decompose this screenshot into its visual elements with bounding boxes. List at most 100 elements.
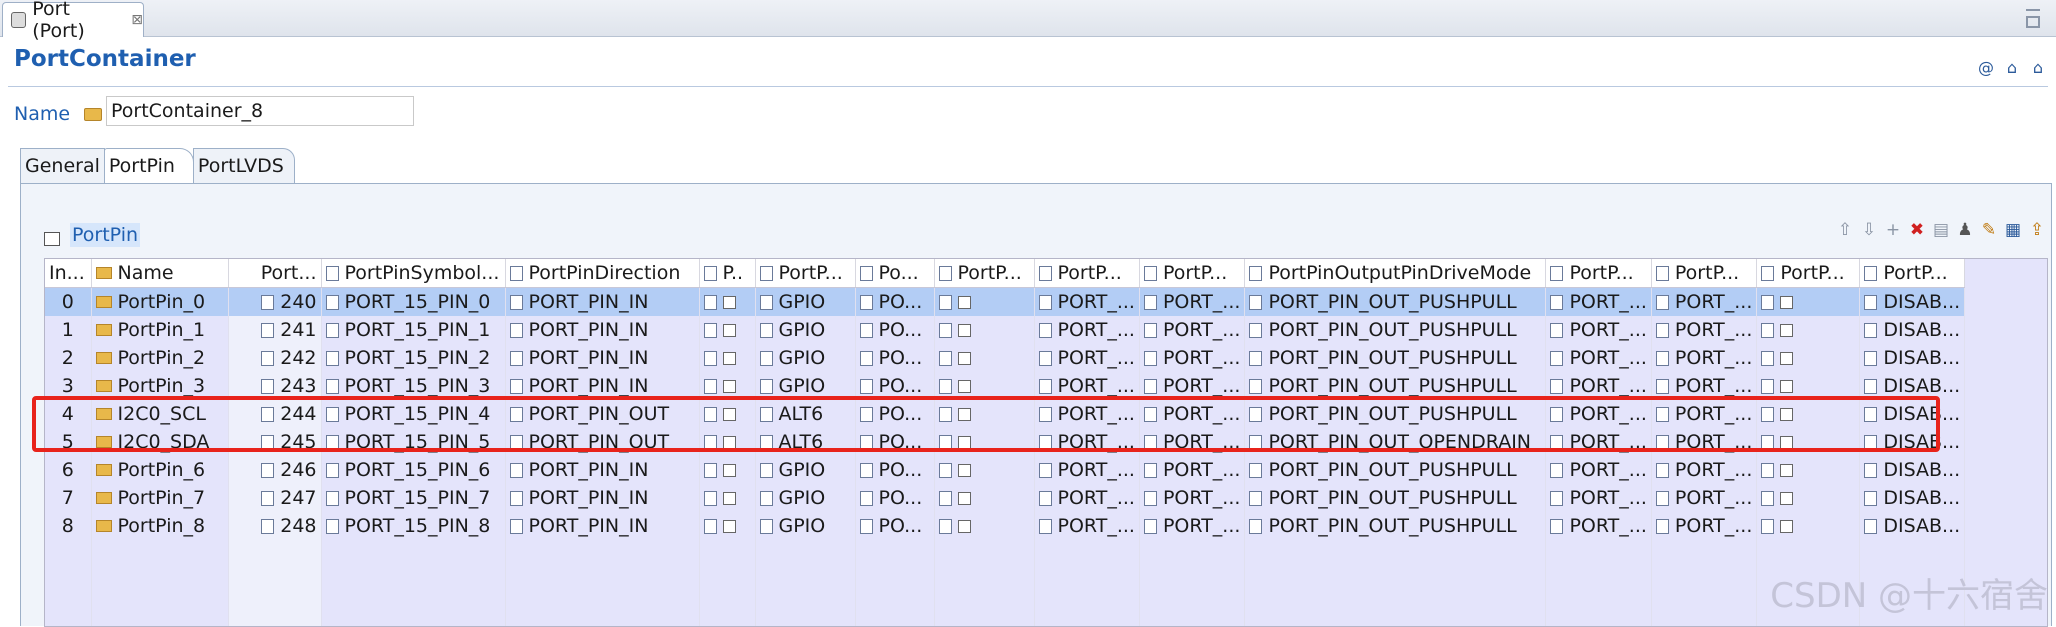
refresh-icon[interactable]: @ [1976,58,1996,77]
window-controls[interactable] [2026,4,2044,33]
table-cell[interactable]: PORT_PIN_OUT_PUSHPULL [1244,456,1547,484]
table-cell[interactable]: PORT_... [1139,344,1246,372]
col-header[interactable]: Po... [855,259,935,288]
col-header[interactable]: PortP... [1034,259,1140,288]
name-field[interactable]: PortContainer_8 [106,96,414,126]
table-edit-icon[interactable]: ▦ [2004,220,2022,240]
col-header[interactable]: PortP... [1756,259,1861,288]
table-row[interactable]: 7 PortPin_7 247 PORT_15_PIN_7 PORT_PIN_IN GPI… [45,484,1966,512]
table-cell[interactable]: GPIO [755,512,856,540]
move-down-icon[interactable]: ⇩ [1860,220,1878,240]
table-cell[interactable]: GPIO [755,316,856,344]
table-cell[interactable] [934,456,1035,484]
table-cell[interactable] [934,316,1035,344]
col-header[interactable]: PortP... [1859,259,1966,288]
table-cell[interactable] [934,344,1035,372]
editor-tab-port[interactable]: Port (Port) ⊠ [2,0,144,42]
table-cell[interactable]: PORT_... [1139,456,1246,484]
table-row[interactable]: 1 PortPin_1 241 PORT_15_PIN_1 PORT_PIN_IN GPI… [45,316,1966,344]
table-cell[interactable]: PORT_... [1545,287,1652,316]
checkbox[interactable] [722,324,736,337]
table-cell[interactable]: PORT_PIN_OUT_PUSHPULL [1244,344,1547,372]
checkbox[interactable] [957,492,971,505]
col-header[interactable]: PortP... [1651,259,1758,288]
table-cell[interactable] [1756,512,1861,540]
table-cell[interactable]: PORT_... [1651,512,1758,540]
table-row[interactable]: 0 PortPin_0 240 PORT_15_PIN_0 PORT_PIN_IN GPI… [45,287,1966,316]
checkbox[interactable] [1780,464,1794,477]
checkbox[interactable] [722,380,736,393]
table-row[interactable]: 2 PortPin_2 242 PORT_15_PIN_2 PORT_PIN_IN GPI… [45,344,1966,372]
table-row[interactable]: 6 PortPin_6 246 PORT_15_PIN_6 PORT_PIN_IN GPI… [45,456,1966,484]
table-cell[interactable]: PO... [855,512,935,540]
table-cell[interactable]: PortPin_7 [91,484,229,512]
col-header[interactable]: In... [45,259,92,288]
col-header[interactable]: PortPinSymbol... [321,259,506,288]
table-cell[interactable]: DISAB... [1859,512,1966,540]
table-cell[interactable]: PORT_... [1651,287,1758,316]
help-icon[interactable]: ⌂ [2028,58,2048,77]
table-cell[interactable]: PORT_... [1034,512,1140,540]
table-cell[interactable] [1756,287,1861,316]
table-cell[interactable]: PORT_... [1545,484,1652,512]
table-cell[interactable]: PORT_PIN_IN [505,287,700,316]
table-cell[interactable]: 0 [45,287,92,316]
checkbox[interactable] [957,520,971,533]
table-cell[interactable]: PortPin_1 [91,316,229,344]
table-cell[interactable]: PortPin_2 [91,344,229,372]
col-header[interactable]: PortPinDirection [505,259,700,288]
close-icon[interactable]: ⊠ [131,12,143,28]
table-cell[interactable]: PORT_... [1034,344,1140,372]
add-icon[interactable]: + [1884,220,1902,240]
checkbox[interactable] [722,464,736,477]
checkbox[interactable] [1780,492,1794,505]
table-cell[interactable]: PO... [855,344,935,372]
table-cell[interactable] [699,287,756,316]
delete-icon[interactable]: ✖ [1908,220,1926,240]
table-cell[interactable]: 6 [45,456,92,484]
table-cell[interactable]: PORT_15_PIN_8 [321,512,506,540]
table-cell[interactable] [934,287,1035,316]
table-cell[interactable]: 247 [228,484,322,512]
table-cell[interactable]: 246 [228,456,322,484]
table-cell[interactable]: PortPin_0 [91,287,229,316]
table-cell[interactable]: PORT_15_PIN_1 [321,316,506,344]
table-cell[interactable]: 248 [228,512,322,540]
table-cell[interactable]: PORT_15_PIN_2 [321,344,506,372]
table-cell[interactable]: 242 [228,344,322,372]
table-cell[interactable]: DISAB... [1859,287,1966,316]
tab-portlvds[interactable]: PortLVDS [192,148,295,183]
table-cell[interactable]: DISAB... [1859,344,1966,372]
table-cell[interactable]: PORT_... [1651,456,1758,484]
table-cell[interactable] [1756,344,1861,372]
table-cell[interactable]: PORT_PIN_OUT_PUSHPULL [1244,316,1547,344]
table-cell[interactable]: PORT_... [1034,484,1140,512]
table-cell[interactable] [1756,316,1861,344]
checkbox[interactable] [1780,380,1794,393]
user-icon[interactable]: ♟ [1956,220,1974,240]
table-cell[interactable]: PortPin_6 [91,456,229,484]
table-cell[interactable]: DISAB... [1859,484,1966,512]
checkbox[interactable] [957,464,971,477]
checkbox[interactable] [957,324,971,337]
table-cell[interactable]: DISAB... [1859,456,1966,484]
table-cell[interactable]: DISAB... [1859,316,1966,344]
table-cell[interactable]: 241 [228,316,322,344]
table-cell[interactable] [934,512,1035,540]
checkbox[interactable] [1780,296,1794,309]
table-cell[interactable]: PORT_... [1545,456,1652,484]
table-cell[interactable]: PORT_PIN_IN [505,316,700,344]
tab-general[interactable]: General [20,148,105,183]
table-cell[interactable]: 8 [45,512,92,540]
table-cell[interactable]: PORT_... [1545,344,1652,372]
table-cell[interactable]: GPIO [755,287,856,316]
table-cell[interactable]: PORT_PIN_IN [505,484,700,512]
table-cell[interactable]: PORT_... [1034,456,1140,484]
table-cell[interactable]: PORT_... [1139,316,1246,344]
checkbox[interactable] [1780,352,1794,365]
checkbox[interactable] [722,296,736,309]
maximize-icon[interactable] [2026,16,2040,28]
checkbox[interactable] [957,352,971,365]
table-cell[interactable]: PORT_... [1139,512,1246,540]
col-header[interactable]: PortP... [934,259,1035,288]
